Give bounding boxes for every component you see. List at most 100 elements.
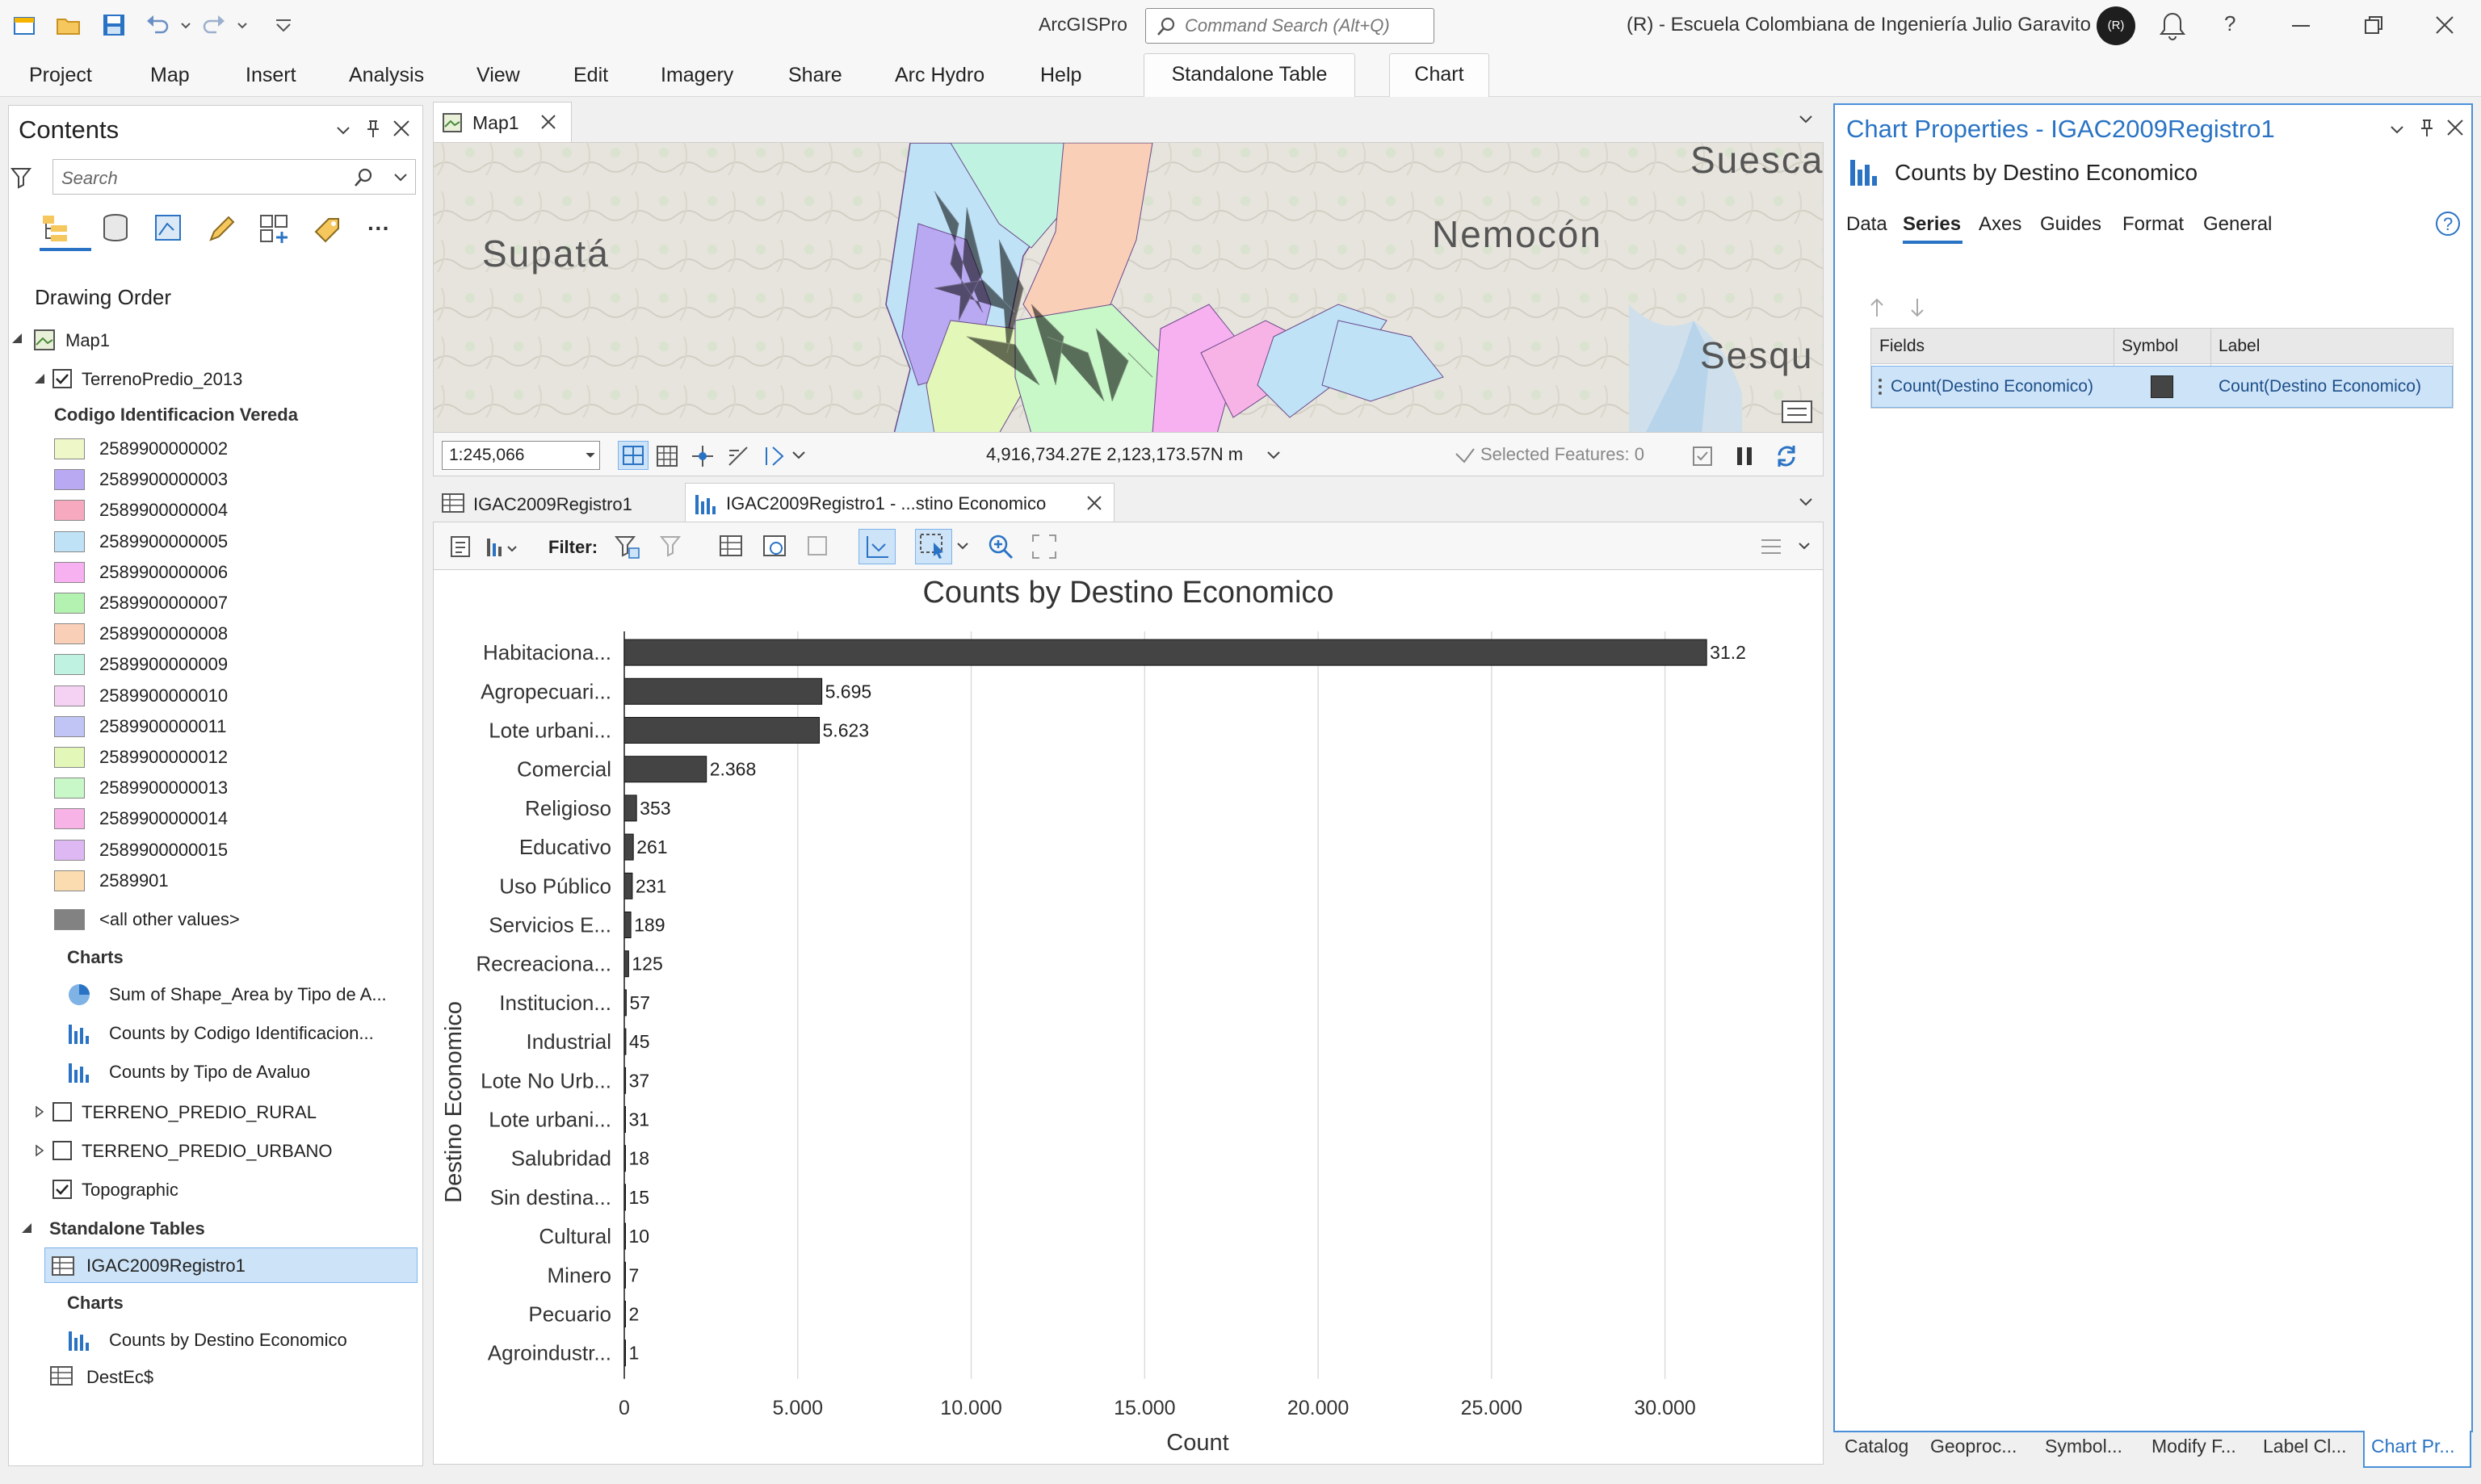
legend-swatch[interactable] [54, 654, 85, 676]
close-pane-icon[interactable] [2445, 118, 2465, 137]
coordinate-format-chevron-icon[interactable] [1266, 447, 1282, 463]
list-by-editing-icon[interactable] [206, 212, 238, 245]
igac2009registro1-table[interactable]: IGAC2009Registro1 [86, 1256, 246, 1276]
show-table-icon[interactable] [718, 534, 744, 560]
chart-bar[interactable] [623, 833, 634, 861]
close-tab-icon[interactable] [539, 112, 558, 132]
chart-bar[interactable] [623, 756, 707, 783]
full-extent-icon[interactable] [1030, 532, 1059, 561]
export-chart-icon[interactable] [485, 534, 523, 560]
legend-swatch[interactable] [54, 747, 85, 768]
list-by-drawing-order-icon[interactable] [40, 212, 75, 245]
chart-bar[interactable] [623, 1301, 626, 1327]
collapse-arrow-icon[interactable] [20, 1222, 33, 1235]
tab-chart[interactable]: Chart [1389, 53, 1489, 97]
map-scale-dropdown[interactable]: 1:245,066 [442, 441, 600, 470]
minimize-window-icon[interactable] [2289, 13, 2313, 37]
map-notes-icon[interactable] [1781, 398, 1813, 425]
tab-map[interactable]: Map [150, 60, 190, 90]
destec-table[interactable]: DestEc$ [86, 1367, 153, 1388]
list-options-icon[interactable] [1758, 534, 1784, 560]
pause-drawing-icon[interactable] [1732, 444, 1757, 468]
notification-bell-icon[interactable] [2158, 10, 2187, 42]
tab-attribute-table[interactable]: IGAC2009Registro1 [433, 484, 683, 522]
redo-dropdown-icon[interactable] [236, 11, 249, 39]
topographic-layer[interactable]: Topographic [82, 1180, 178, 1201]
select-tool-chevron-icon[interactable] [955, 539, 970, 553]
move-up-icon[interactable] [1867, 296, 1887, 320]
chart-item[interactable]: Counts by Destino Economico [109, 1330, 347, 1351]
legend-swatch[interactable] [54, 715, 85, 737]
tab-arc-hydro[interactable]: Arc Hydro [895, 60, 984, 90]
new-project-icon[interactable] [11, 11, 39, 39]
legend-swatch[interactable] [54, 685, 85, 706]
layer-visibility-checkbox[interactable] [52, 1180, 72, 1199]
save-project-icon[interactable] [100, 11, 128, 39]
series-symbol-swatch[interactable] [2151, 375, 2173, 398]
expand-arrow-icon[interactable] [33, 1105, 46, 1118]
tab-list-chevron-icon[interactable] [1798, 494, 1814, 510]
terreno-predio-urbano-layer[interactable]: TERRENO_PREDIO_URBANO [82, 1141, 333, 1162]
tab-imagery[interactable]: Imagery [661, 60, 733, 90]
properties-icon[interactable] [448, 534, 474, 560]
layer-visibility-checkbox[interactable] [52, 369, 72, 388]
restore-window-icon[interactable] [2361, 13, 2386, 37]
tab-project[interactable]: Project [29, 60, 92, 90]
filter-by-selection-icon[interactable] [660, 534, 686, 560]
list-by-snapping-icon[interactable] [258, 212, 293, 245]
chart-bar[interactable] [623, 912, 632, 938]
legend-swatch[interactable] [54, 870, 85, 891]
legend-swatch[interactable] [54, 778, 85, 799]
tab-modify-features[interactable]: Modify F... [2151, 1436, 2236, 1457]
chart-bar[interactable] [623, 1261, 626, 1289]
pin-pane-icon[interactable] [364, 119, 382, 140]
tab-axes[interactable]: Axes [1979, 213, 2021, 236]
tab-insert[interactable]: Insert [246, 60, 296, 90]
legend-swatch[interactable] [54, 438, 85, 459]
collapse-arrow-icon[interactable] [33, 372, 46, 385]
map-canvas[interactable]: Supatá Nemocón Suesca Sesqu [433, 142, 1824, 433]
snapping-icon[interactable] [691, 444, 715, 468]
legend-swatch[interactable] [54, 469, 85, 491]
move-down-icon[interactable] [1908, 296, 1927, 320]
zoom-in-icon[interactable] [986, 532, 1015, 561]
tab-analysis[interactable]: Analysis [349, 60, 424, 90]
chart-canvas[interactable]: Counts by Destino Economico 0 5.000 10.000 1… [433, 570, 1824, 1465]
command-search-input[interactable]: Command Search (Alt+Q) [1145, 8, 1434, 44]
tab-map1[interactable]: Map1 [433, 102, 572, 142]
expand-arrow-icon[interactable] [33, 1144, 46, 1157]
tab-series[interactable]: Series [1903, 213, 1961, 236]
chart-bar[interactable] [623, 1028, 627, 1055]
chart-bar[interactable] [623, 950, 629, 978]
close-tab-icon[interactable] [1085, 493, 1104, 513]
tab-symbology[interactable]: Symbol... [2045, 1436, 2122, 1457]
tab-format[interactable]: Format [2122, 213, 2184, 236]
more-views-icon[interactable]: ··· [367, 216, 390, 241]
chart-bar[interactable] [623, 1184, 626, 1211]
select-tool-icon[interactable] [915, 529, 952, 564]
chart-bar[interactable] [623, 1145, 626, 1172]
pane-options-icon[interactable] [2389, 121, 2405, 137]
legend-swatch[interactable] [54, 808, 85, 830]
tab-help[interactable]: Help [1040, 60, 1081, 90]
list-by-labeling-icon[interactable] [311, 212, 346, 245]
grid-icon[interactable] [655, 444, 679, 468]
zoom-to-selection-icon[interactable] [858, 529, 896, 564]
chart-bar[interactable] [623, 717, 821, 744]
help-icon[interactable]: ? [2434, 210, 2462, 237]
map1-node[interactable]: Map1 [65, 330, 110, 351]
correction-icon[interactable] [763, 444, 787, 468]
tab-edit[interactable]: Edit [573, 60, 608, 90]
tab-guides[interactable]: Guides [2040, 213, 2101, 236]
pin-pane-icon[interactable] [2418, 118, 2436, 139]
undo-icon[interactable] [144, 11, 171, 39]
chart-bar[interactable] [623, 1339, 626, 1367]
list-by-data-source-icon[interactable] [99, 212, 132, 245]
tab-list-chevron-icon[interactable] [1798, 111, 1814, 128]
filter-icon[interactable] [10, 166, 31, 190]
chart-item[interactable]: Counts by Codigo Identificacion... [109, 1023, 374, 1044]
tab-standalone-table[interactable]: Standalone Table [1144, 53, 1355, 97]
chart-bar[interactable] [623, 989, 627, 1017]
tab-label-class[interactable]: Label Cl... [2263, 1436, 2347, 1457]
list-by-selection-icon[interactable] [153, 212, 185, 245]
